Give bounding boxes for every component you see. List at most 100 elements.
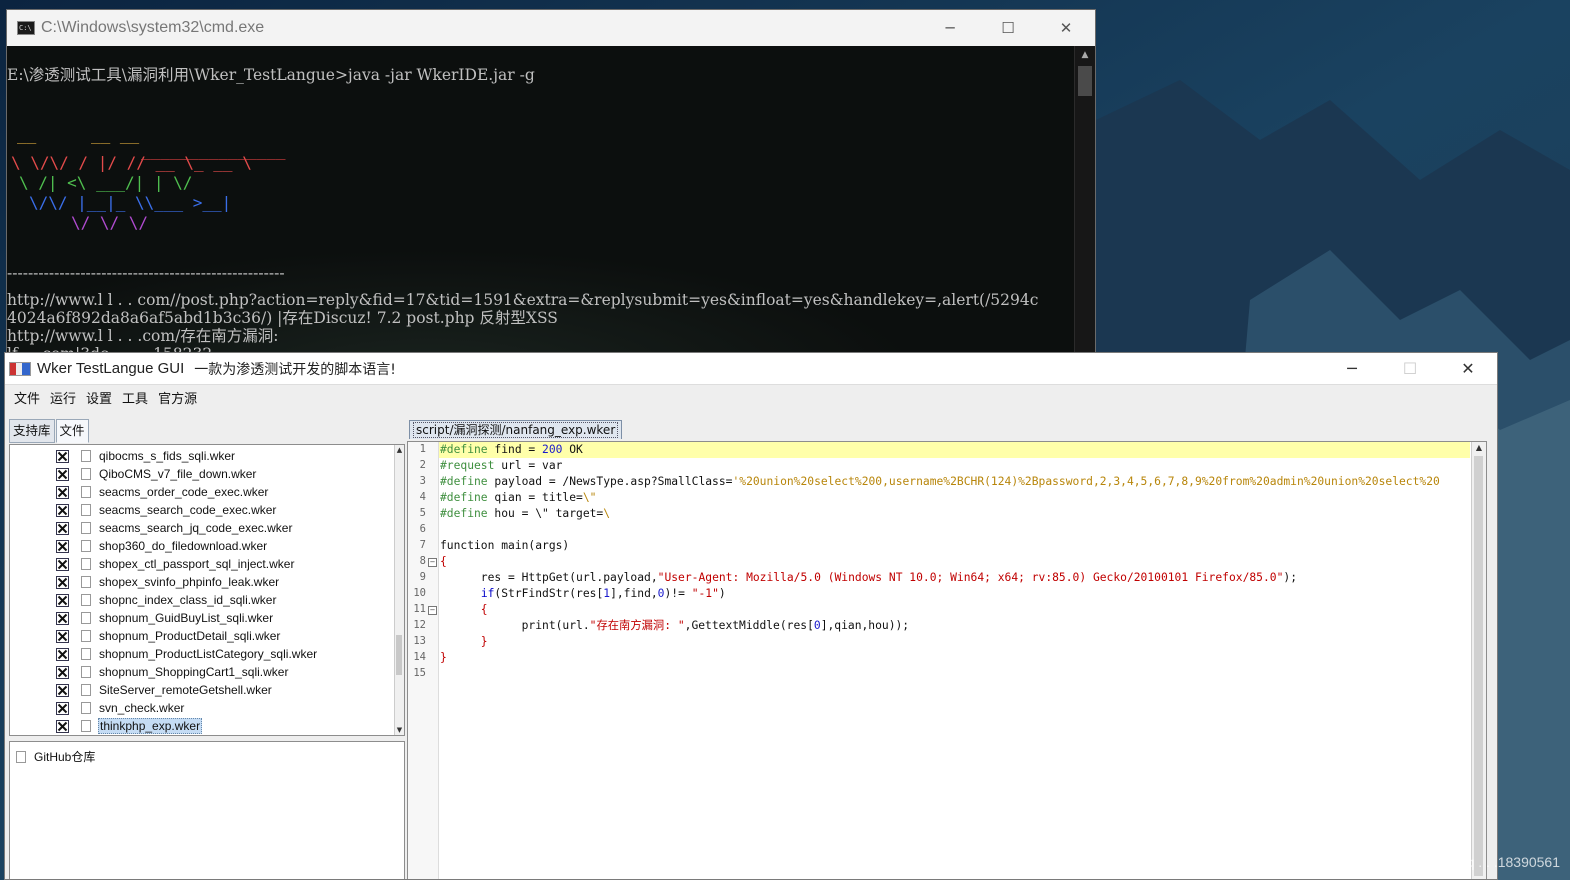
file-tree-item[interactable]: shopnum_ProductListCategory_sqli.wker <box>10 645 318 663</box>
checkbox-checked-icon[interactable] <box>56 611 69 625</box>
checkbox-checked-icon[interactable] <box>56 557 69 571</box>
file-name: shopnum_ProductListCategory_sqli.wker <box>99 647 318 661</box>
code-editor[interactable]: − − 1 2 3 4 5 6 7 8 9 10 11 12 13 14 15 #define find =… <box>407 441 1487 879</box>
checkbox-checked-icon[interactable] <box>56 449 69 463</box>
line-number: 1 <box>419 443 426 455</box>
file-tree-item[interactable]: seacms_search_code_exec.wker <box>10 501 277 519</box>
checkbox-checked-icon[interactable] <box>56 629 69 643</box>
menu-file[interactable]: 文件 <box>9 388 45 407</box>
file-name: shopnum_ProductDetail_sqli.wker <box>99 629 281 643</box>
file-tree-item[interactable]: shop360_do_filedownload.wker <box>10 537 268 555</box>
file-name: shopnum_ShoppingCart1_sqli.wker <box>99 665 289 679</box>
checkbox-checked-icon[interactable] <box>56 521 69 535</box>
file-name: shopnum_GuidBuyList_sqli.wker <box>99 611 274 625</box>
editor-scrollbar[interactable]: ▲ <box>1471 442 1486 879</box>
cmd-output-line: http://www.l l . . .com/存在南方漏洞: <box>7 327 279 345</box>
code-token: print(url. <box>440 619 590 632</box>
line-number: 8 <box>419 555 426 567</box>
checkbox-checked-icon[interactable] <box>56 539 69 553</box>
menu-tools[interactable]: 工具 <box>117 388 153 407</box>
cmd-output-line: 4024a6f892da8a6af5abd1b3c36/) |存在Discuz!… <box>7 309 558 327</box>
file-icon <box>81 540 91 552</box>
menu-official-source[interactable]: 官方源 <box>153 388 202 407</box>
fold-toggle-icon[interactable]: − <box>428 606 437 615</box>
tab-files[interactable]: 文件 <box>55 419 89 443</box>
gui-window-title: Wker TestLangue GUI <box>37 360 185 377</box>
file-tree-item[interactable]: shopnum_ShoppingCart1_sqli.wker <box>10 663 289 681</box>
checkbox-checked-icon[interactable] <box>56 683 69 697</box>
file-tree-item[interactable]: qibocms_s_fids_sqli.wker <box>10 447 236 465</box>
checkbox-checked-icon[interactable] <box>56 593 69 607</box>
code-line: #define payload = /NewsType.asp?SmallCla… <box>439 474 1470 490</box>
github-repo-item[interactable]: GitHub仓库 <box>16 748 96 765</box>
menu-run[interactable]: 运行 <box>45 388 81 407</box>
file-tree-item[interactable]: seacms_order_code_exec.wker <box>10 483 269 501</box>
file-name: seacms_search_code_exec.wker <box>99 503 277 517</box>
menubar: 文件 运行 设置 工具 官方源 <box>5 385 1497 409</box>
file-tree-item[interactable]: shopnum_ProductDetail_sqli.wker <box>10 627 281 645</box>
cmd-titlebar[interactable]: C:\ C:\Windows\system32\cmd.exe ─ ☐ ✕ <box>7 10 1095 46</box>
file-tree-item[interactable]: shopex_ctl_passport_sql_inject.wker <box>10 555 295 573</box>
cmd-scrollbar[interactable]: ▲ <box>1074 46 1095 353</box>
code-line: #request url = var <box>439 458 1470 474</box>
scroll-up-icon[interactable]: ▲ <box>395 445 404 455</box>
file-tree-item[interactable]: SiteServer_remoteGetshell.wker <box>10 681 273 699</box>
checkbox-checked-icon[interactable] <box>56 575 69 589</box>
scroll-down-icon[interactable]: ▼ <box>395 725 404 735</box>
file-icon <box>81 684 91 696</box>
editor-area: script/漏洞探测/nanfang_exp.wker − − 1234567… <box>407 417 1497 879</box>
code-line: } <box>439 650 1470 666</box>
code-token: res = HttpGet(url.payload, <box>440 571 658 584</box>
fold-toggle-icon[interactable]: − <box>428 558 437 567</box>
cmd-console-output[interactable]: E:\渗透测试工具\漏洞利用\Wker_TestLangue>java -jar… <box>7 46 1077 353</box>
code-token: 0 <box>813 619 821 632</box>
file-tree-scrollbar-thumb[interactable] <box>396 635 402 675</box>
scroll-up-icon[interactable]: ▲ <box>1472 442 1486 454</box>
line-number: 11 <box>413 603 426 615</box>
cmd-close-button[interactable]: ✕ <box>1037 10 1095 46</box>
svg-text:_______________: _______________ <box>141 141 286 160</box>
gui-minimize-button[interactable]: ─ <box>1323 353 1381 384</box>
cmd-scrollbar-thumb[interactable] <box>1078 66 1092 96</box>
editor-file-tab[interactable]: script/漏洞探测/nanfang_exp.wker <box>409 420 623 439</box>
gui-maximize-button[interactable]: ☐ <box>1381 353 1439 384</box>
line-number: 13 <box>413 635 426 647</box>
file-tree-scrollbar[interactable]: ▲ ▼ <box>394 445 404 735</box>
file-tree-item[interactable]: QiboCMS_v7_file_down.wker <box>10 465 257 483</box>
menu-settings[interactable]: 设置 <box>81 388 117 407</box>
file-tree-item[interactable]: shopnum_GuidBuyList_sqli.wker <box>10 609 274 627</box>
file-icon <box>81 702 91 714</box>
file-tree-item[interactable]: svn_check.wker <box>10 699 185 717</box>
code-line: if(StrFindStr(res[1],find,0)!= "-1") <box>439 586 1470 602</box>
gui-titlebar[interactable]: Wker TestLangue GUI 一款为渗透测试开发的脚本语言! ─ ☐ … <box>5 353 1497 385</box>
line-number: 15 <box>413 667 426 679</box>
code-token: ,GettextMiddle(res[ <box>684 619 814 632</box>
cmd-minimize-button[interactable]: ─ <box>921 10 979 46</box>
file-icon <box>81 558 91 570</box>
scroll-up-icon[interactable]: ▲ <box>1075 46 1095 64</box>
checkbox-checked-icon[interactable] <box>56 719 69 733</box>
tab-support-library[interactable]: 支持库 <box>9 419 55 443</box>
file-name: seacms_search_jq_code_exec.wker <box>99 521 293 535</box>
line-number: 14 <box>413 651 426 663</box>
code-line: #define find = 200 OK <box>439 442 1470 458</box>
file-tree-item[interactable]: shopex_svinfo_phpinfo_leak.wker <box>10 573 280 591</box>
file-tree-item[interactable]: thinkphp_exp.wker <box>10 717 203 735</box>
code-token: 200 <box>542 443 563 456</box>
checkbox-checked-icon[interactable] <box>56 647 69 661</box>
checkbox-checked-icon[interactable] <box>56 485 69 499</box>
gui-close-button[interactable]: ✕ <box>1439 353 1497 384</box>
checkbox-checked-icon[interactable] <box>56 467 69 481</box>
file-tree-item[interactable]: seacms_search_jq_code_exec.wker <box>10 519 293 537</box>
checkbox-checked-icon[interactable] <box>56 665 69 679</box>
repo-label: GitHub仓库 <box>34 750 96 764</box>
checkbox-checked-icon[interactable] <box>56 503 69 517</box>
cmd-maximize-button[interactable]: ☐ <box>979 10 1037 46</box>
editor-scrollbar-thumb[interactable] <box>1474 456 1483 876</box>
file-tree-item[interactable]: shopnc_index_class_id_sqli.wker <box>10 591 277 609</box>
checkbox-checked-icon[interactable] <box>56 701 69 715</box>
left-panel: 支持库 文件 ▲ ▼ qibocms_s_fids_sqli.wker QiboC… <box>7 417 405 879</box>
code-token: \" <box>582 491 597 504</box>
file-name: shopex_svinfo_phpinfo_leak.wker <box>99 575 280 589</box>
